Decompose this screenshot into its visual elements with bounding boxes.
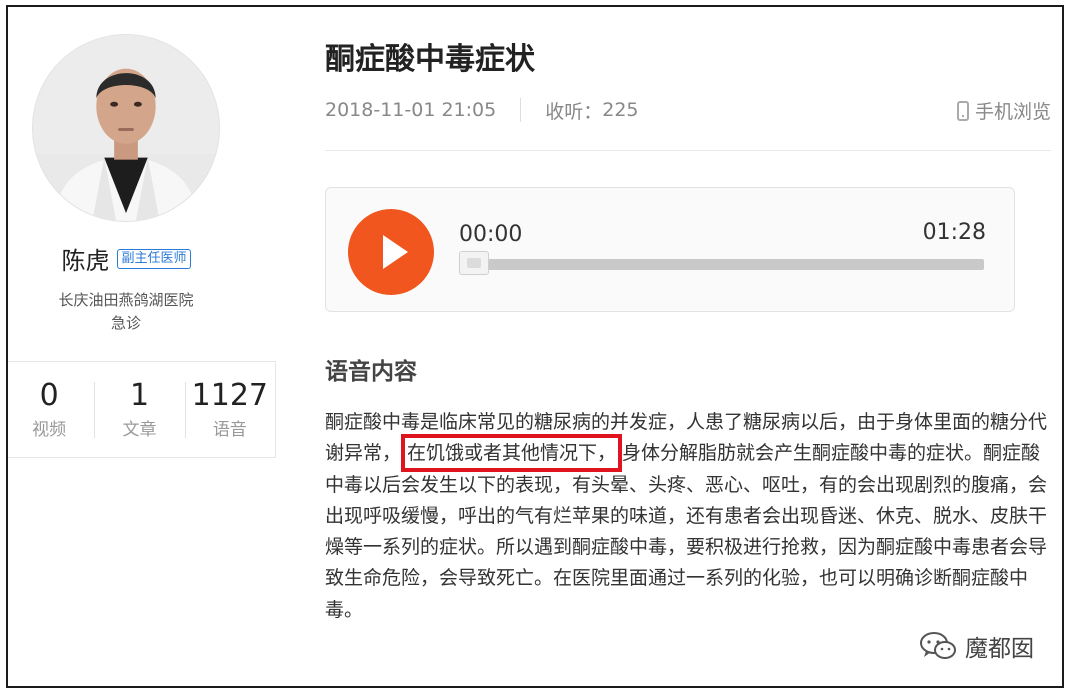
transcript-text: 酮症酸中毒是临床常见的糖尿病的并发症，人患了糖尿病以后，由于身体里面的糖分代谢异… [325, 407, 1055, 626]
section-title: 语音内容 [325, 359, 417, 385]
audio-player: 00:00 01:28 [325, 187, 1015, 312]
transcript-part: 身体分解脂肪就会产生酮症酸中毒的症状。酮症酸中毒以后会发生以下的表现，有头晕、头… [325, 442, 1048, 621]
article-title: 酮症酸中毒症状 [325, 42, 535, 77]
doctor-hospital[interactable]: 长庆油田燕鸽湖医院 [8, 289, 244, 310]
watermark: 魔都囡 [919, 629, 1034, 663]
progress-track[interactable] [459, 259, 984, 270]
doctor-name[interactable]: 陈虎 [61, 241, 109, 276]
article-date: 2018-11-01 21:05 [325, 99, 497, 121]
stat-value: 0 [39, 378, 59, 413]
meta-divider [520, 98, 522, 122]
stat-label: 语音 [212, 420, 247, 440]
play-button[interactable] [348, 209, 434, 295]
doctor-department[interactable]: 急诊 [8, 312, 244, 333]
doctor-title-badge: 副主任医师 [117, 248, 191, 269]
doctor-avatar[interactable] [32, 34, 220, 222]
wechat-icon [920, 632, 956, 659]
stat-value: 1127 [191, 378, 268, 413]
doctor-stats: 0 视频 1 文章 1127 语音 [8, 361, 276, 458]
article-meta: 2018-11-01 21:05 收听： 225 手机浏览 [325, 97, 1051, 123]
mobile-view-link[interactable]: 手机浏览 [956, 97, 1051, 124]
stat-articles[interactable]: 1 文章 [94, 362, 184, 457]
total-time: 01:28 [922, 220, 986, 245]
stat-value: 1 [129, 378, 150, 413]
watermark-text: 魔都囡 [965, 636, 1034, 662]
stat-label: 视频 [32, 420, 67, 440]
listen-label: 收听： [545, 100, 603, 123]
current-time: 00:00 [459, 222, 523, 247]
stat-label: 文章 [122, 420, 157, 440]
mobile-phone-icon [956, 100, 969, 121]
header-divider [325, 150, 1051, 151]
mobile-view-label: 手机浏览 [974, 101, 1051, 123]
stat-audio[interactable]: 1127 语音 [184, 362, 275, 457]
page-frame: 陈虎 副主任医师 长庆油田燕鸽湖医院 急诊 0 视频 1 文章 1127 语音 … [6, 5, 1064, 688]
progress-handle[interactable] [459, 251, 489, 275]
listen-count: 225 [602, 99, 639, 121]
highlighted-phrase: 在饥饿或者其他情况下， [401, 434, 623, 473]
stat-videos[interactable]: 0 视频 [8, 362, 94, 457]
doctor-name-row: 陈虎 副主任医师 [8, 241, 244, 276]
